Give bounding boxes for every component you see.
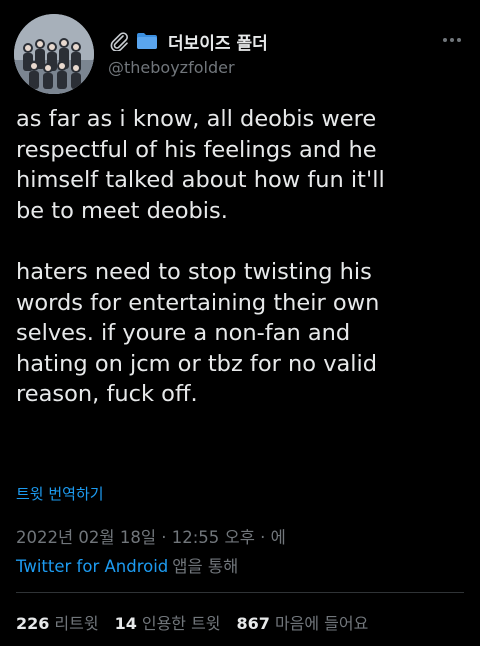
tweet-source: Twitter for Android 앱을 통해 [16,553,238,577]
tweet-line: haters need to stop twisting his [16,258,372,285]
tweet-text: as far as i know, all deobis were respec… [16,104,472,410]
tweet-line: words for entertaining their own [16,289,380,316]
quotes-count: 14 [114,614,137,633]
avatar[interactable] [14,14,94,94]
source-suffix: 앱을 통해 [172,557,239,576]
tweet-line: respectful of his feelings and he [16,136,377,163]
more-dots-icon [443,38,461,42]
avatar-image [14,14,94,94]
folder-icon [136,32,158,50]
likes-count: 867 [236,614,270,633]
tweet-line: be to meet deobis. [16,197,228,224]
paperclip-icon [108,31,130,51]
quotes-stat[interactable]: 14 인용한 트윗 [115,610,221,634]
more-options-button[interactable] [440,30,464,50]
tweet-line: reason, fuck off. [16,381,198,408]
divider [16,592,464,593]
source-app-link[interactable]: Twitter for Android [16,557,168,576]
tweet-line: as far as i know, all deobis were [16,106,377,132]
display-name[interactable]: 더보이즈 폴더 [168,29,268,54]
likes-label: 마음에 들어요 [274,614,369,633]
profile-name-row[interactable]: 더보이즈 폴더 [108,28,268,54]
tweet-timestamp[interactable]: 2022년 02월 18일 · 12:55 오후 · 에 [16,524,286,548]
tweet-line: hating on jcm or tbz for no valid [16,350,378,377]
tweet-stats: 226 리트윗 14 인용한 트윗 867 마음에 들어요 [16,610,384,634]
retweets-label: 리트윗 [54,614,99,633]
retweets-stat[interactable]: 226 리트윗 [16,610,99,634]
likes-stat[interactable]: 867 마음에 들어요 [237,610,369,634]
translate-tweet-link[interactable]: 트윗 번역하기 [16,483,104,504]
tweet-line: selves. if youre a non-fan and [16,320,351,347]
handle[interactable]: @theboyzfolder [108,58,235,77]
quotes-label: 인용한 트윗 [141,614,221,633]
tweet-line: himself talked about how fun it'll [16,167,385,194]
retweets-count: 226 [16,614,50,633]
